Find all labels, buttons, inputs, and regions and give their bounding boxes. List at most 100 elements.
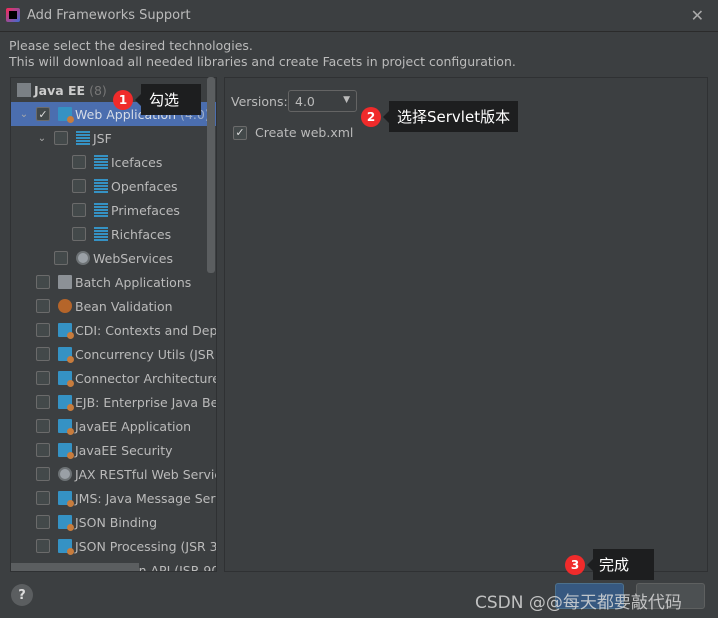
web-icon [58,419,74,435]
tree-item-checkbox[interactable] [36,539,50,553]
callout-text: 选择Servlet版本 [382,101,519,132]
tree-item-checkbox[interactable] [36,323,50,337]
callout-text: 勾选 [135,84,201,115]
tree-item-checkbox[interactable] [36,491,50,505]
tree-item[interactable]: Concurrency Utils (JSR 236 [11,342,216,366]
tree-item-checkbox[interactable] [36,443,50,457]
tree-vertical-scrollbar[interactable] [207,77,215,273]
tree-item[interactable]: JavaEE Application [11,414,216,438]
jsf-icon [94,155,108,169]
tree-item-label: Icefaces [111,154,163,170]
close-icon[interactable]: ✕ [691,6,704,25]
web-icon [58,443,74,459]
tree-item[interactable]: Icefaces [11,150,216,174]
tree-item-label: JSF [93,130,112,146]
jsf-icon [94,203,108,217]
callout-badge: 3 [565,554,585,575]
tree-item-checkbox[interactable] [36,395,50,409]
description-line: This will download all needed libraries … [9,54,516,69]
tree-item-checkbox[interactable] [72,179,86,193]
web-icon [58,515,74,531]
folder-icon [58,275,72,289]
tree-item[interactable]: EJB: Enterprise Java Beans [11,390,216,414]
tree-item-checkbox[interactable] [72,227,86,241]
tree-item-checkbox[interactable] [36,467,50,481]
tree-item-label: JavaEE Application [75,418,192,434]
description-line: Please select the desired technologies. [9,38,253,53]
group-label: Java EE [34,82,86,98]
tree-item[interactable]: CDI: Contexts and Depend [11,318,216,342]
tree-item[interactable]: JSON Binding [11,510,216,534]
tree-item-checkbox[interactable] [36,275,50,289]
chevron-down-icon[interactable]: ⌄ [17,109,31,120]
tree-item-label: JavaEE Security [75,442,173,458]
tree-item-label: Richfaces [111,226,172,242]
tree-item-checkbox[interactable] [72,203,86,217]
callout-badge: 1 [113,89,133,110]
tree-item[interactable]: Bean Validation [11,294,216,318]
tree-item[interactable]: ⌄ JSF [11,126,216,150]
chevron-down-icon[interactable]: ⌄ [35,133,49,144]
tree-item-checkbox[interactable]: ✓ [36,107,50,121]
web-icon [58,491,74,507]
tree-item-label: Openfaces [111,178,178,194]
callout-2: 2 选择Servlet版本 [361,101,519,132]
tree-item-label: Concurrency Utils (JSR 236 [75,346,216,362]
create-webxml-option[interactable]: ✓ Create web.xml [233,125,353,140]
tree-item-checkbox[interactable] [36,515,50,529]
intellij-logo-icon [6,8,20,22]
versions-dropdown[interactable]: 4.0 ▼ [288,90,357,112]
tree-item-label: CDI: Contexts and Depend [75,322,217,338]
watermark: CSDN @@每天都要敲代码 [475,593,682,613]
tree-item[interactable]: Connector Architecture (JS [11,366,216,390]
tree-item-label: Batch Applications [75,274,192,290]
callout-1: 1 勾选 [113,84,201,115]
create-webxml-checkbox[interactable]: ✓ [233,125,247,140]
framework-tree[interactable]: Java EE (8) ⌄✓Web Application(4.0)⌄JSFIc… [10,77,217,572]
tree-item-label: JSON Processing (JSR 353) [75,538,217,554]
tree-item[interactable]: JSON Processing (JSR 353) [11,534,216,558]
tree-item-checkbox[interactable] [54,131,68,145]
versions-value: 4.0 [295,94,315,109]
bean-icon [58,299,72,313]
tree-item-label: JMS: Java Message Service [75,490,216,506]
jsf-icon [94,227,108,241]
web-icon [58,371,74,387]
jsf-icon [76,131,90,145]
tree-item-checkbox[interactable] [36,371,50,385]
tree-item[interactable]: Primefaces [11,198,216,222]
tree-item-checkbox[interactable] [36,419,50,433]
tree-item-checkbox[interactable] [36,299,50,313]
tree-item-label: Connector Architecture (JS [75,370,217,386]
web-icon [58,539,74,555]
tree-item[interactable]: WebServices [11,246,216,270]
tree-item[interactable]: JavaEE Security [11,438,216,462]
web-icon [58,395,74,411]
tree-item-label: JSON Binding [75,514,158,530]
tree-item-label: EJB: Enterprise Java Beans [75,394,217,410]
create-webxml-label: Create web.xml [255,125,354,140]
callout-text: 完成 [586,549,655,580]
web-icon [58,347,74,363]
tree-item[interactable]: Openfaces [11,174,216,198]
help-button[interactable]: ? [11,584,33,606]
title-bar: Add Frameworks Support ✕ [0,0,718,32]
tree-item[interactable]: Batch Applications [11,270,216,294]
tree-item-checkbox[interactable] [54,251,68,265]
chevron-down-icon: ▼ [343,95,350,105]
window-title: Add Frameworks Support [27,8,191,23]
tree-item-checkbox[interactable] [36,347,50,361]
tree-item[interactable]: JMS: Java Message Service [11,486,216,510]
tree-item[interactable]: JAX RESTful Web Services [11,462,216,486]
tree-item-label: Primefaces [111,202,180,218]
description: Please select the desired technologies. … [9,38,516,70]
globe-icon [76,251,90,265]
java-ee-icon [17,83,31,97]
web-icon [58,107,74,123]
tree-horizontal-scrollbar[interactable] [11,563,139,571]
callout-badge: 2 [361,106,381,127]
tree-item[interactable]: Richfaces [11,222,216,246]
callout-3: 3 完成 [565,549,655,580]
tree-item-checkbox[interactable] [72,155,86,169]
group-count: (8) [89,82,107,98]
